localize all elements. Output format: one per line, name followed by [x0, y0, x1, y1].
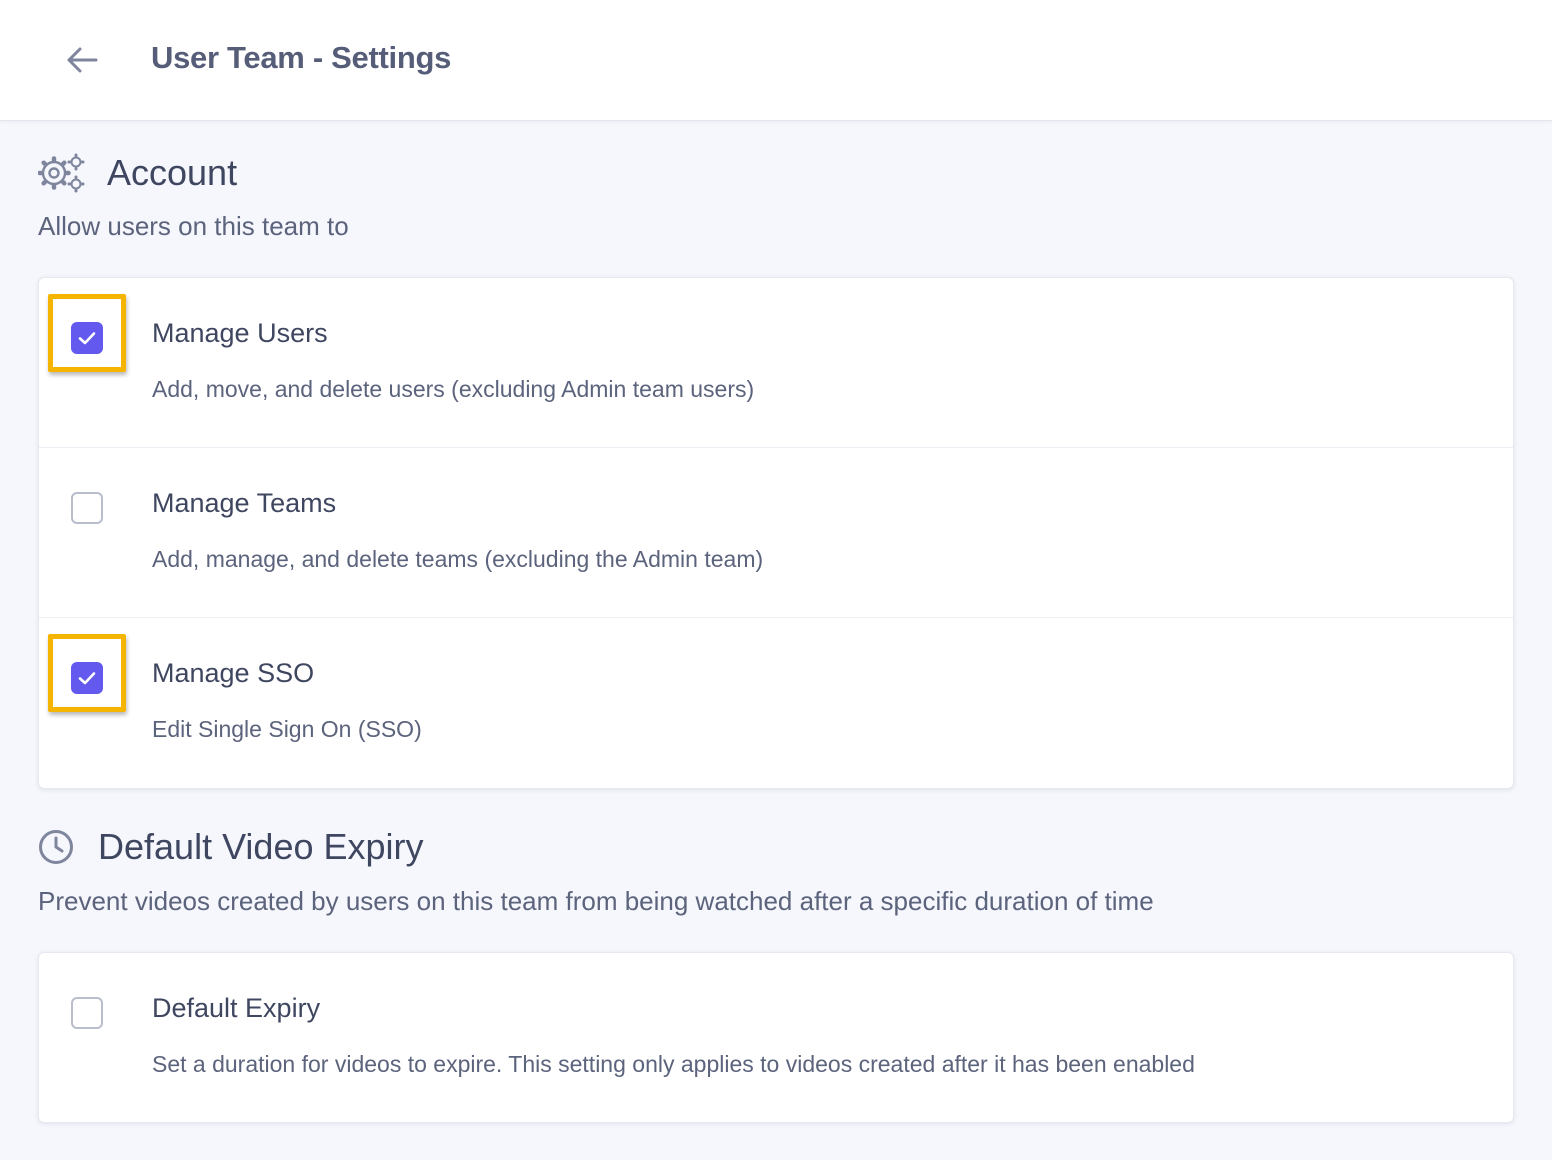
- account-section-subtitle: Allow users on this team to: [38, 211, 349, 241]
- arrow-left-icon: [67, 47, 98, 73]
- account-section-title: Account: [107, 152, 238, 193]
- default-expiry-description: Set a duration for videos to expire. Thi…: [152, 1051, 1195, 1077]
- manage-users-description: Add, move, and delete users (excluding A…: [152, 376, 755, 402]
- clock-icon: [39, 830, 73, 864]
- manage-sso-description: Edit Single Sign On (SSO): [152, 716, 422, 742]
- manage-users-title: Manage Users: [152, 318, 328, 348]
- account-permissions-card: Manage Users Add, move, and delete users…: [38, 277, 1514, 789]
- manage-sso-title: Manage SSO: [152, 658, 315, 688]
- expiry-section-title: Default Video Expiry: [98, 826, 424, 867]
- default-expiry-title: Default Expiry: [152, 993, 321, 1023]
- back-button[interactable]: [58, 36, 106, 84]
- permission-row-manage-teams: Manage Teams Add, manage, and delete tea…: [39, 448, 1513, 618]
- expiry-card: Default Expiry Set a duration for videos…: [38, 952, 1514, 1123]
- default-expiry-checkbox[interactable]: [71, 997, 103, 1029]
- expiry-section-header: Default Video Expiry: [38, 826, 424, 868]
- manage-teams-checkbox[interactable]: [71, 492, 103, 524]
- permission-row-manage-sso: Manage SSO Edit Single Sign On (SSO): [39, 618, 1513, 787]
- manage-teams-description: Add, manage, and delete teams (excluding…: [152, 546, 764, 572]
- check-icon: [78, 672, 96, 685]
- manage-users-checkbox[interactable]: [71, 322, 103, 354]
- expiry-section-subtitle: Prevent videos created by users on this …: [38, 886, 1154, 916]
- permission-row-manage-users: Manage Users Add, move, and delete users…: [39, 278, 1513, 448]
- gears-icon: [38, 153, 85, 193]
- setting-row-default-expiry: Default Expiry Set a duration for videos…: [39, 953, 1513, 1122]
- account-section-header: Account: [38, 152, 237, 194]
- top-bar: User Team - Settings: [0, 0, 1552, 121]
- manage-teams-title: Manage Teams: [152, 488, 337, 518]
- manage-sso-checkbox[interactable]: [71, 662, 103, 694]
- check-icon: [78, 332, 96, 345]
- page-title: User Team - Settings: [151, 40, 452, 75]
